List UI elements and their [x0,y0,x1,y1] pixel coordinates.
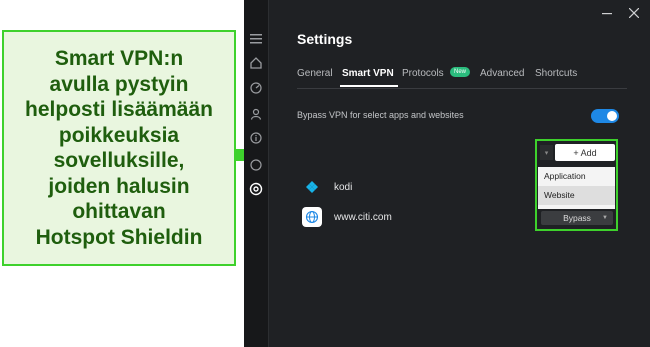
tab-protocols[interactable]: Protocols [402,68,444,79]
mode-select[interactable]: Bypass ▼ [541,211,613,225]
menu-item-website[interactable]: Website [538,186,615,205]
tab-shortcuts[interactable]: Shortcuts [535,68,577,79]
mode-select-value: Bypass [563,213,591,223]
new-badge: New [450,67,471,77]
tab-advanced[interactable]: Advanced [480,68,524,79]
tab-smart-vpn[interactable]: Smart VPN [342,68,394,79]
globe-icon [302,207,322,227]
list-item[interactable]: www.citi.com [302,206,392,228]
chevron-down-icon[interactable]: ▾ [540,145,553,160]
help-icon[interactable] [248,157,264,173]
entry-name: kodi [334,181,353,193]
add-menu: Application Website [538,167,615,209]
page-title: Settings [297,31,353,47]
tab-general[interactable]: General [297,68,333,79]
app-window: Settings General Smart VPN Protocols New… [244,0,650,347]
settings-gear-icon[interactable] [248,181,264,197]
home-icon[interactable] [248,55,264,71]
add-button[interactable]: + Add [555,144,615,161]
chevron-down-icon: ▼ [602,215,608,221]
close-icon[interactable] [627,6,641,20]
menu-icon[interactable] [248,31,264,47]
info-icon[interactable] [248,130,264,146]
bypass-toggle[interactable] [591,109,619,123]
menu-item-application[interactable]: Application [538,167,615,186]
account-icon[interactable] [248,106,264,122]
active-tab-indicator [340,85,398,87]
tab-divider [297,88,627,89]
entry-name: www.citi.com [334,211,392,223]
speed-icon[interactable] [248,80,264,96]
bypass-setting-label: Bypass VPN for select apps and websites [297,110,464,120]
annotation-text: Smart VPN:n avulla pystyin helposti lisä… [25,47,213,249]
toggle-knob [607,111,617,121]
sidebar-rail [244,0,269,347]
annotation-callout: Smart VPN:n avulla pystyin helposti lisä… [2,30,236,266]
kodi-icon [302,177,322,197]
add-dropdown-highlight: ▾ + Add Application Website Bypass ▼ [535,139,618,231]
minimize-icon[interactable] [600,6,614,20]
list-item[interactable]: kodi [302,176,352,198]
